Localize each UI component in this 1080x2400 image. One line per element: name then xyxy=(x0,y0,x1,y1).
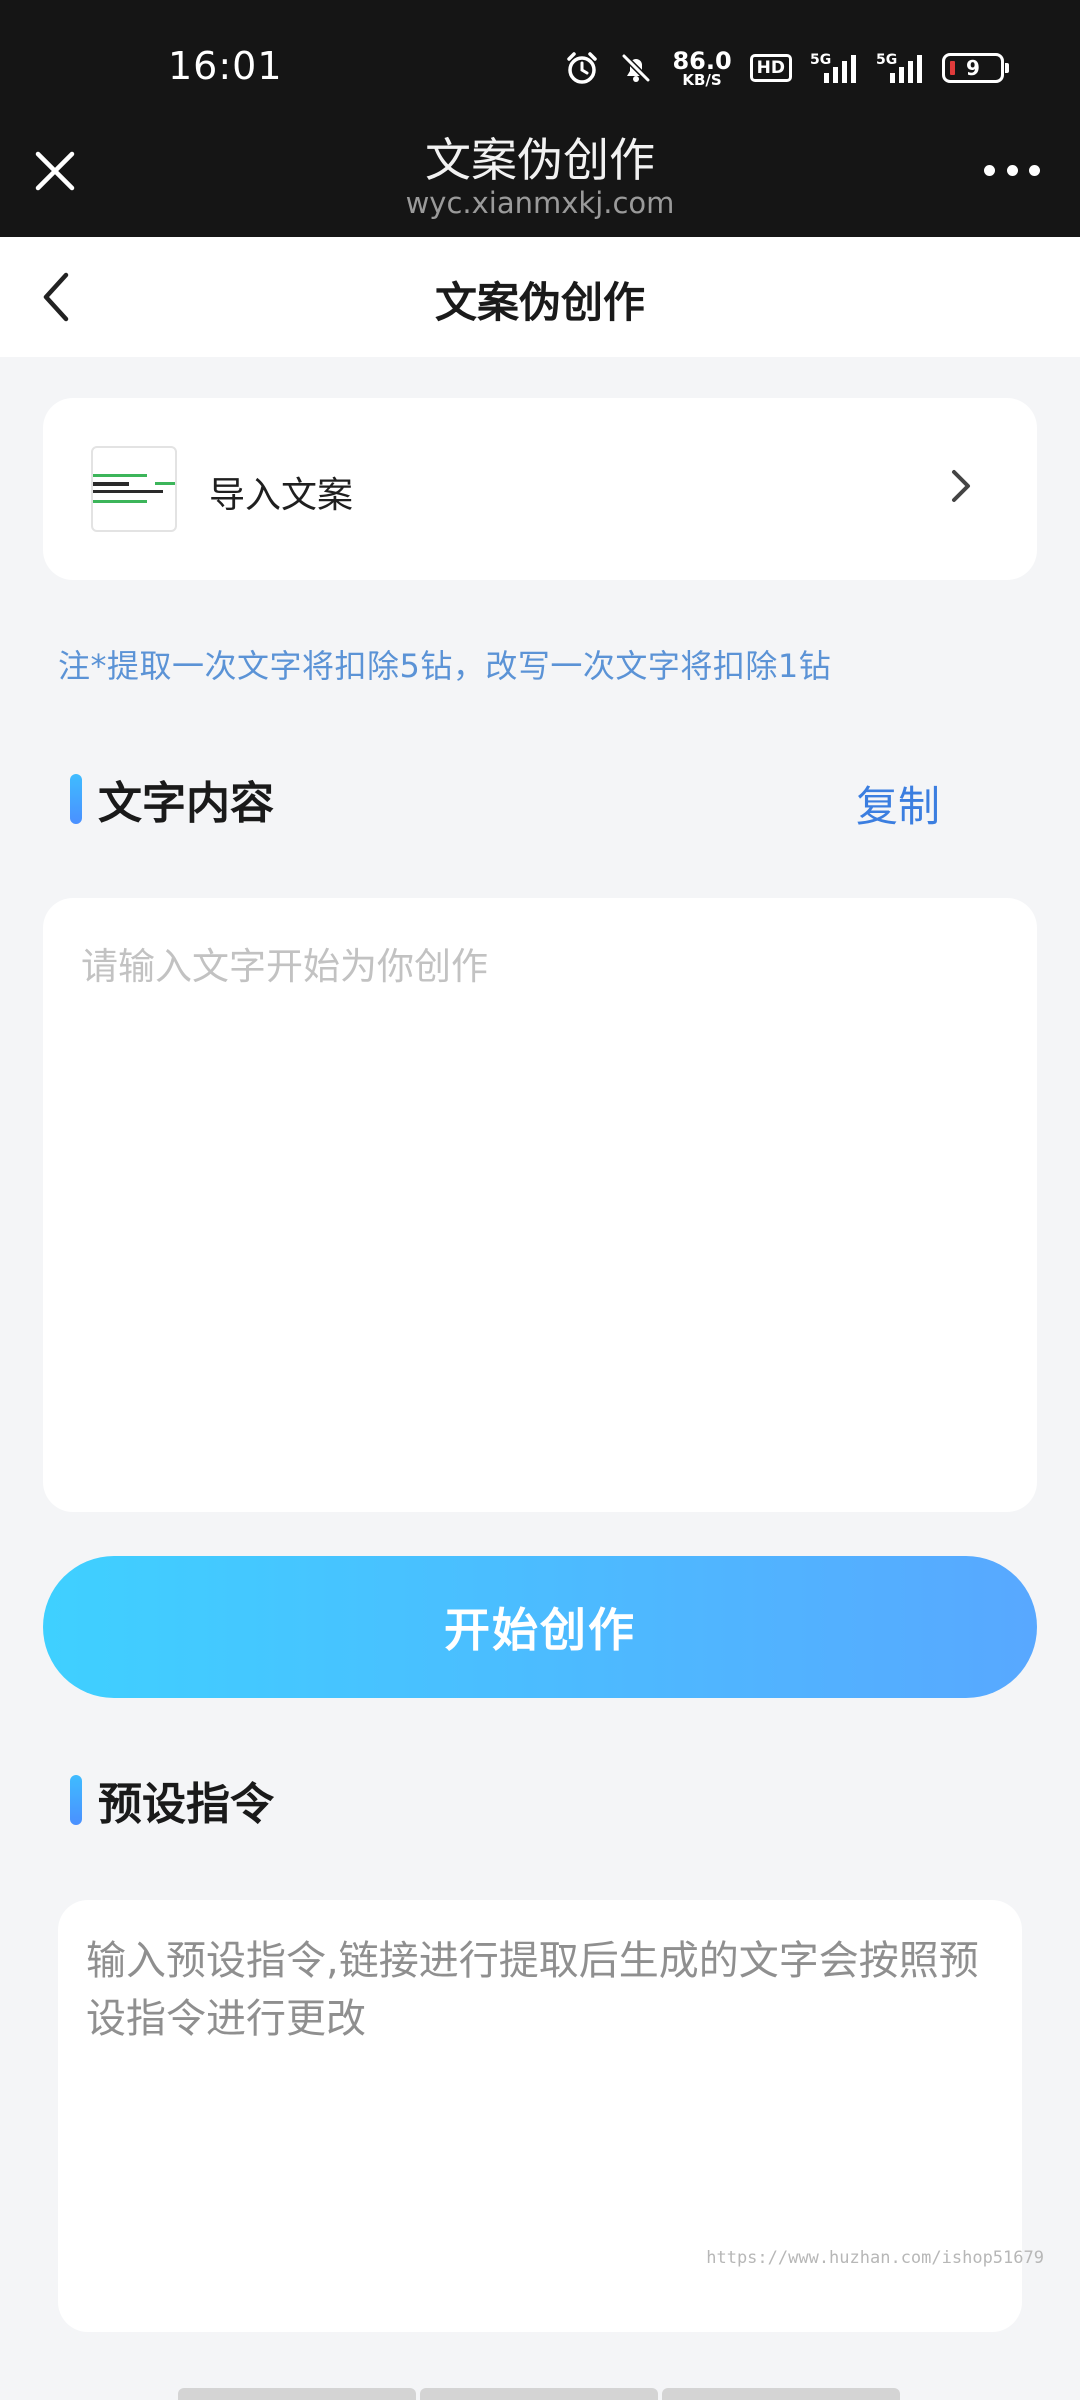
text-content-input[interactable] xyxy=(43,898,1037,1512)
import-copy-button[interactable]: 导入文案 xyxy=(43,398,1037,580)
signal-label-1: 5G xyxy=(810,52,831,68)
start-create-button[interactable]: 开始创作 xyxy=(43,1556,1037,1698)
network-speed-unit: KB/S xyxy=(682,70,722,89)
chevron-right-icon xyxy=(949,466,973,506)
signal-label-2: 5G xyxy=(876,52,897,68)
section-accent-bar xyxy=(70,774,82,824)
browser-url: wyc.xianmxkj.com xyxy=(405,186,675,220)
status-time: 16:01 xyxy=(168,44,283,88)
network-speed: 86.0 KB/S xyxy=(672,49,731,88)
page-nav-bar: 文案伪创作 xyxy=(0,237,1080,357)
page: 16:01 86.0 KB/S HD 5G 5G 9 文案伪创作 wyc.xia… xyxy=(0,0,1080,2400)
section-accent-bar xyxy=(70,1775,82,1825)
text-content-box xyxy=(43,898,1037,1512)
preset-section-header: 预设指令 xyxy=(70,1774,274,1830)
status-icons: 86.0 KB/S HD 5G 5G 9 xyxy=(564,48,1009,88)
battery-icon: 9 xyxy=(942,53,1009,83)
watermark-text: https://www.huzhan.com/ishop51679 xyxy=(706,2248,1044,2268)
signal-icon-2: 5G xyxy=(876,51,924,85)
hd-badge: HD xyxy=(749,54,792,82)
bottom-bar-segment xyxy=(662,2388,900,2400)
alarm-icon xyxy=(564,50,600,86)
bottom-bar-segment xyxy=(178,2388,416,2400)
document-icon xyxy=(91,446,177,532)
more-icon[interactable] xyxy=(984,160,1040,180)
import-copy-label: 导入文案 xyxy=(209,475,354,516)
top-header: 16:01 86.0 KB/S HD 5G 5G 9 文案伪创作 wyc.xia… xyxy=(0,0,1080,237)
bottom-tab-indicator xyxy=(178,2388,900,2400)
preset-section-title: 预设指令 xyxy=(98,1779,274,1830)
copy-button[interactable]: 复制 xyxy=(856,773,940,834)
signal-icon-1: 5G xyxy=(810,51,858,85)
bottom-bar-segment xyxy=(420,2388,658,2400)
text-section-header: 文字内容 xyxy=(70,773,274,829)
network-speed-value: 86.0 xyxy=(672,46,732,75)
text-section-title: 文字内容 xyxy=(98,778,274,829)
browser-title: 文案伪创作 xyxy=(425,133,655,187)
battery-level: 9 xyxy=(966,56,980,80)
mute-bell-icon xyxy=(618,50,654,86)
cost-notice: 注*提取一次文字将扣除5钻，改写一次文字将扣除1钻 xyxy=(58,647,832,685)
page-title: 文案伪创作 xyxy=(434,278,645,327)
